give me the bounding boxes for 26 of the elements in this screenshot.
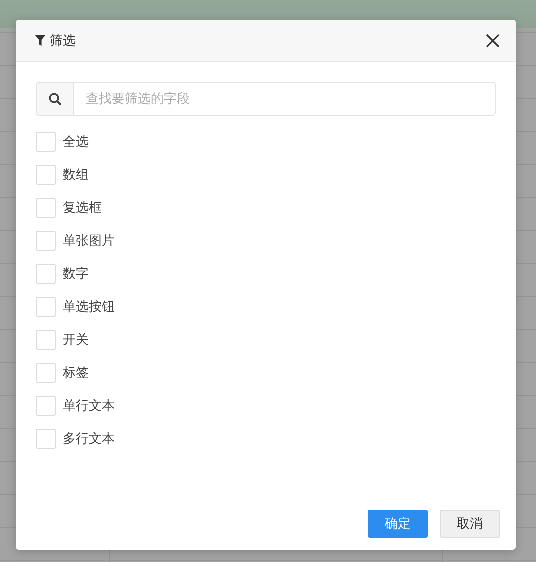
checkbox[interactable] (36, 165, 56, 185)
filter-icon (35, 35, 46, 46)
checkbox[interactable] (36, 297, 56, 317)
checkbox[interactable] (36, 264, 56, 284)
option-label: 数组 (63, 167, 89, 184)
option-label: 标签 (63, 365, 89, 382)
option-label: 复选框 (63, 200, 102, 217)
checkbox[interactable] (36, 429, 56, 449)
option-label: 多行文本 (63, 431, 115, 448)
close-button[interactable] (486, 34, 500, 48)
option-label: 单张图片 (63, 233, 115, 250)
checkbox[interactable] (36, 363, 56, 383)
search-icon (48, 92, 62, 106)
search-field[interactable]: 查找要筛选的字段 (74, 82, 496, 116)
option-label: 单行文本 (63, 398, 115, 415)
checkbox[interactable] (36, 330, 56, 350)
option-label: 开关 (63, 332, 89, 349)
cancel-button[interactable]: 取消 (440, 510, 500, 538)
checkbox[interactable] (36, 132, 56, 152)
option-label: 数字 (63, 266, 89, 283)
checkbox[interactable] (36, 231, 56, 251)
checkbox[interactable] (36, 198, 56, 218)
option-label: 单选按钮 (63, 299, 115, 316)
checkbox[interactable] (36, 396, 56, 416)
dialog-title: 筛选 (50, 32, 76, 50)
option-label: 全选 (63, 134, 89, 151)
